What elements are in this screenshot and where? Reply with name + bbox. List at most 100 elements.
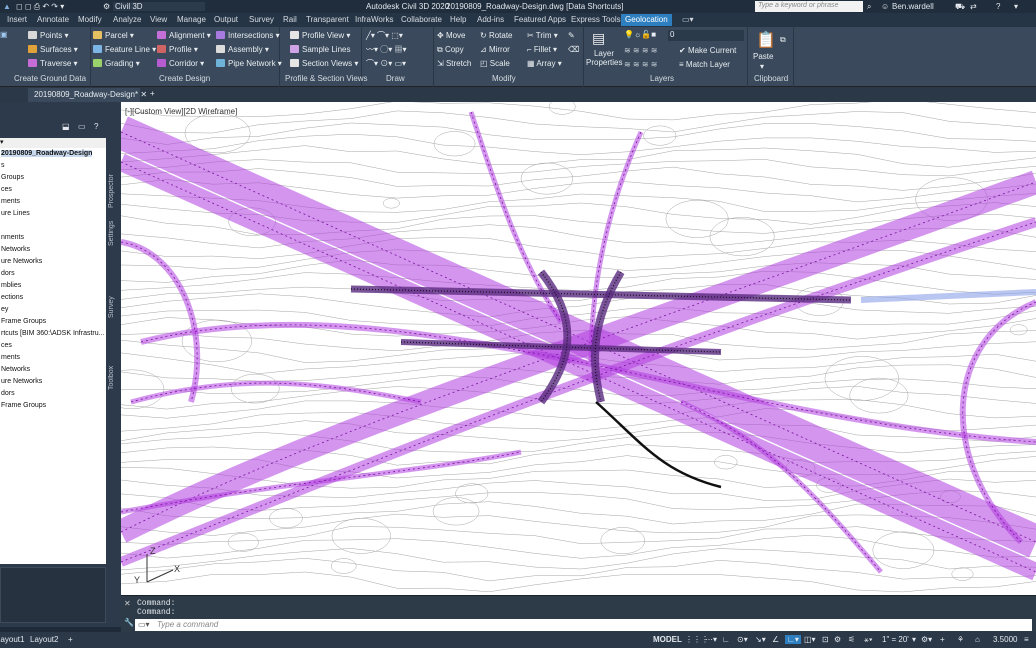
app-menu-icon[interactable]: ▲ — [3, 2, 11, 11]
tab-survey[interactable]: Survey — [249, 15, 274, 24]
intersections-button[interactable]: Intersections ▾ — [216, 31, 280, 40]
trim-button[interactable]: ✂ Trim ▾ — [527, 31, 558, 40]
tree-item[interactable]: Frame Groups — [1, 402, 46, 409]
move-button[interactable]: ✥ Move — [437, 31, 466, 40]
mirror-button[interactable]: ⊿ Mirror — [480, 45, 510, 54]
tab-output[interactable]: Output — [214, 15, 238, 24]
layer-tools-row1[interactable]: ≋ ≋ ≋ ≋ — [624, 46, 657, 55]
scale-button[interactable]: ◰ Scale — [480, 59, 510, 68]
traverse-button[interactable]: Traverse ▾ — [28, 59, 78, 68]
customization-icon[interactable]: ≡ — [1024, 635, 1029, 644]
toolspace-tree-icon[interactable]: ⬓ — [62, 122, 70, 131]
tree-item[interactable]: ections — [1, 294, 23, 301]
tab-geolocation[interactable]: Geolocation — [621, 14, 672, 26]
workspace-icon[interactable]: ⚙▾ — [921, 635, 932, 644]
fillet-button[interactable]: ⌐ Fillet ▾ — [527, 45, 557, 54]
tree-item[interactable]: ments — [1, 198, 20, 205]
quick-access-icons[interactable]: ◻ ◻ ⎙ ↶ ↷ ▾ — [16, 2, 64, 12]
pipe-network-button[interactable]: Pipe Network ▾ — [216, 59, 282, 68]
panel-title-layers[interactable]: Layers — [650, 74, 674, 83]
grading-button[interactable]: Grading ▾ — [93, 59, 140, 68]
ribbon-toggle-icon[interactable]: ▭▾ — [682, 15, 694, 24]
assembly-button[interactable]: Assembly ▾ — [216, 45, 269, 54]
surfaces-button[interactable]: Surfaces ▾ — [28, 45, 78, 54]
parcel-button[interactable]: Parcel ▾ — [93, 31, 134, 40]
tree-item[interactable]: dors — [1, 270, 15, 277]
line-icon[interactable]: ╱▾ ⌒▾ ⬚▾ — [366, 30, 403, 41]
panel-title-clipboard[interactable]: Clipboard — [754, 74, 788, 83]
toolspace-help-icon[interactable]: ? — [94, 122, 98, 131]
tree-item[interactable]: Networks — [1, 246, 30, 253]
array-button[interactable]: ▦ Array ▾ — [527, 59, 562, 68]
arc-icon[interactable]: ⌒▾ ⊙▾ ▭▾ — [366, 58, 406, 69]
plus-icon[interactable]: + — [940, 635, 945, 644]
alignment-button[interactable]: Alignment ▾ — [157, 31, 211, 40]
tab-insert[interactable]: Insert — [7, 15, 27, 24]
scale-dropdown-icon[interactable]: ▾ — [912, 635, 916, 644]
search-input[interactable]: Type a keyword or phrase — [755, 1, 863, 12]
osnap-icon[interactable]: ∟▾ — [785, 635, 801, 644]
tree-item[interactable]: ure Networks — [1, 258, 42, 265]
close-tab-icon[interactable]: ✕ — [140, 90, 147, 99]
drawing-canvas[interactable]: Z X Y [-][Custom View][2D Wireframe] — [121, 102, 1036, 595]
profile-view-button[interactable]: Profile View ▾ — [290, 31, 350, 40]
tree-item[interactable]: Networks — [1, 366, 30, 373]
dropdown-icon[interactable]: ▾ — [1014, 2, 1018, 11]
pencil-icon[interactable]: ✎ — [568, 31, 575, 40]
tree-item[interactable]: ces — [1, 342, 12, 349]
user-icon[interactable]: ☺ — [881, 2, 889, 11]
vtab-survey[interactable]: Survey — [108, 288, 119, 318]
tree-item[interactable]: ments — [1, 354, 20, 361]
tree-item[interactable]: ces — [1, 186, 12, 193]
erase-icon[interactable]: ⌫ — [568, 45, 579, 54]
vtab-settings[interactable]: Settings — [108, 210, 119, 246]
zoom-value[interactable]: 3.5000 — [993, 635, 1017, 644]
graphics-icon[interactable]: ⌂ — [975, 635, 980, 644]
tab-transparent[interactable]: Transparent — [306, 15, 349, 24]
snap-icon[interactable]: ⋯▾ — [705, 635, 717, 644]
isolate-icon[interactable]: ⚘ — [957, 635, 964, 644]
profile-button[interactable]: Profile ▾ — [157, 45, 198, 54]
command-input[interactable]: ▭▾ Type a command — [135, 619, 1032, 631]
layer-dropdown[interactable]: 0 — [668, 30, 744, 41]
tree-item[interactable]: Frame Groups — [1, 318, 46, 325]
panel-title-modify[interactable]: Modify — [492, 74, 516, 83]
lineweight-icon[interactable]: ◫▾ — [804, 635, 816, 644]
tab-manage[interactable]: Manage — [177, 15, 206, 24]
paste-icon[interactable]: 📋 — [756, 30, 776, 50]
tab-collaborate[interactable]: Collaborate — [401, 15, 442, 24]
ortho-icon[interactable]: ∟ — [722, 635, 730, 644]
corridor-button[interactable]: Corridor ▾ — [157, 59, 204, 68]
tab-modify[interactable]: Modify — [78, 15, 102, 24]
copy-clip-icon[interactable]: ⧉ — [780, 35, 786, 45]
paste-dropdown-icon[interactable]: ▾ — [760, 62, 764, 71]
layer-state-icons[interactable]: 💡☼🔓■ — [624, 30, 656, 39]
panel-title-ground[interactable]: Create Ground Data — [14, 74, 86, 83]
tree-item[interactable]: mblies — [1, 282, 21, 289]
model-space-toggle[interactable]: MODEL — [653, 635, 682, 644]
tab-rail[interactable]: Rail — [283, 15, 297, 24]
cart-icon[interactable]: ⛟ — [955, 2, 965, 12]
toolspace-view-icon[interactable]: ▭ — [78, 122, 86, 131]
layer-properties-button[interactable]: Layer Properties — [586, 49, 622, 67]
layer-properties-icon[interactable]: ▤ — [592, 30, 605, 47]
tab-annotate[interactable]: Annotate — [37, 15, 69, 24]
paste-button[interactable]: Paste — [753, 52, 773, 61]
copy-button[interactable]: ⧉ Copy — [437, 45, 464, 55]
vtab-toolbox[interactable]: Toolbox — [108, 360, 119, 390]
add-layout-icon[interactable]: + — [68, 635, 73, 644]
annotation-visibility-icon[interactable]: ⚙ — [834, 635, 841, 644]
tab-layout2[interactable]: Layout2 — [30, 635, 58, 644]
polar-icon[interactable]: ⊙▾ — [737, 635, 748, 644]
exchange-icon[interactable]: ⇄ — [970, 2, 977, 11]
annotation-icon[interactable]: ⚹▾ — [864, 635, 873, 645]
annotation-scale-icon[interactable]: ⚟ — [848, 635, 855, 644]
feature-line-button[interactable]: Feature Line ▾ — [93, 45, 156, 54]
panel-title-design[interactable]: Create Design — [159, 74, 210, 83]
tab-view[interactable]: View — [150, 15, 167, 24]
document-tab[interactable]: 20190809_Roadway-Design* ✕ — [28, 88, 147, 102]
panel-title-profile[interactable]: Profile & Section Views — [285, 74, 368, 83]
tab-featured-apps[interactable]: Featured Apps — [514, 15, 566, 24]
search-icon[interactable]: ⌕ — [867, 2, 871, 12]
command-customize-icon[interactable]: 🔧 — [124, 618, 134, 627]
